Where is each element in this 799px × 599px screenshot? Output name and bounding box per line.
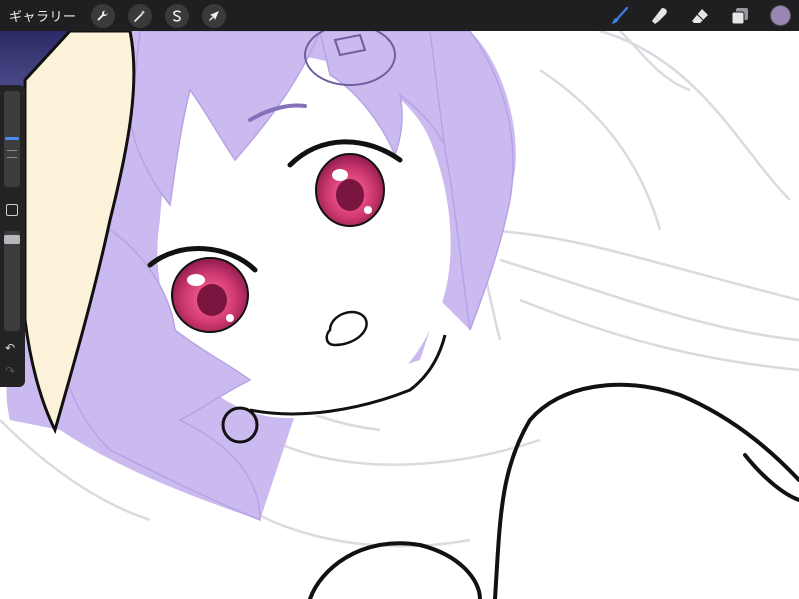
brush-tool[interactable] [610,6,630,26]
selection-s-icon [172,9,181,22]
slider-tick [7,150,17,151]
redo-button[interactable]: ↷ [5,365,15,377]
adjustments-button[interactable] [127,3,152,28]
layers-tool[interactable] [730,6,750,26]
brush-opacity-thumb[interactable] [4,235,20,244]
brush-size-thumb[interactable] [5,137,19,140]
body-lines [308,382,799,599]
modifier-square-button[interactable] [6,204,18,216]
magic-wand-icon [133,9,145,22]
transform-button[interactable] [201,3,226,28]
arrow-cursor-icon [208,10,219,21]
slider-tick [7,157,17,158]
brush-opacity-slider[interactable] [4,231,20,331]
actions-button[interactable] [90,3,115,28]
drawing-canvas[interactable] [0,0,799,599]
side-toolbar: ↶ ↷ [0,85,25,387]
undo-button[interactable]: ↶ [5,342,15,354]
smudge-tool[interactable] [650,6,670,26]
selection-button[interactable] [164,3,189,28]
right-toolbar [610,0,799,31]
eraser-icon [692,8,708,23]
top-toolbar: ギャラリー [0,0,799,31]
eraser-tool[interactable] [690,6,710,26]
smudge-icon [652,7,667,24]
layers-icon [731,7,748,24]
gallery-button[interactable]: ギャラリー [9,6,77,25]
brush-icon [612,6,629,24]
brush-size-slider[interactable] [4,91,20,187]
wrench-icon [97,10,108,20]
color-picker-swatch[interactable] [770,5,791,26]
